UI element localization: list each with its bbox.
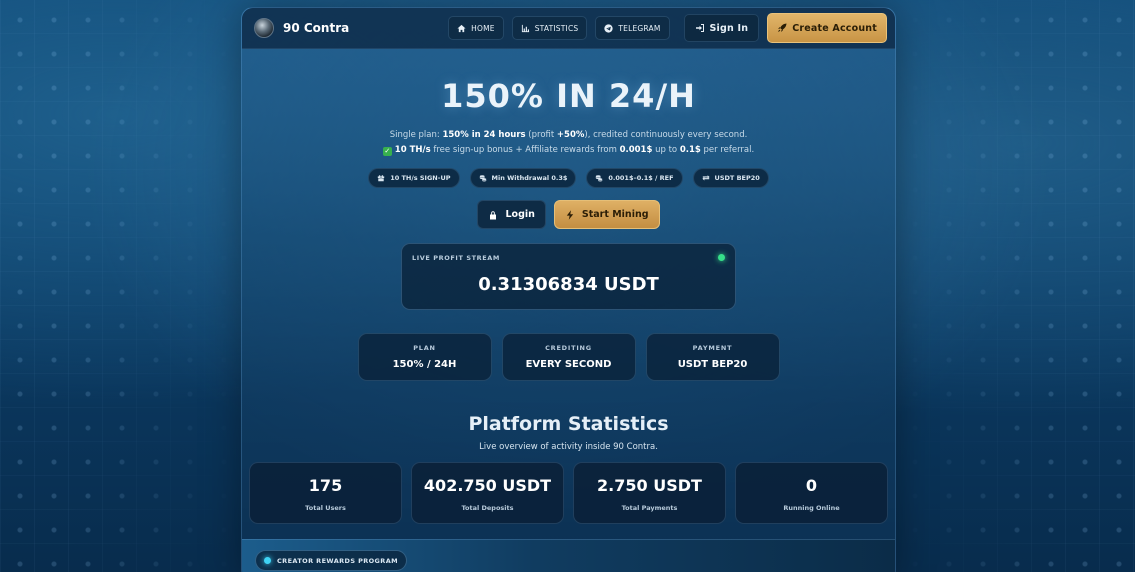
hero-section: 150% IN 24/H Single plan: 150% in 24 hou… — [242, 49, 895, 381]
nav-statistics-label: STATISTICS — [534, 23, 579, 33]
nav-links: HOME STATISTICS TELEGRAM Sign In Create … — [448, 13, 887, 43]
payment-card-value: USDT BEP20 — [677, 359, 748, 370]
stat-value: 0 — [805, 476, 818, 495]
telegram-icon — [604, 23, 613, 33]
payment-card: PAYMENT USDT BEP20 — [645, 333, 780, 381]
create-account-label: Create Account — [792, 22, 877, 34]
stat-label: Running Online — [783, 504, 840, 512]
lock-icon — [490, 210, 497, 219]
line2-mid-1: free sign-up bonus + Affiliate rewards f… — [430, 145, 620, 155]
stat-label: Total Users — [305, 504, 346, 512]
chip-signup-bonus: 10 TH/s SIGN-UP — [368, 168, 460, 188]
stats-grid: 175 Total Users 402.750 USDT Total Depos… — [242, 462, 895, 524]
line1-mid: (profit — [525, 130, 557, 140]
coins-icon — [596, 175, 603, 182]
stat-total-users: 175 Total Users — [249, 462, 402, 524]
login-label: Login — [505, 209, 535, 220]
stat-label: Total Payments — [621, 504, 678, 512]
login-button[interactable]: Login — [477, 200, 546, 229]
chip-payment-network: USDT BEP20 — [692, 168, 769, 188]
brand[interactable]: 90 Contra — [254, 18, 349, 38]
creator-rewards-badge: CREATOR REWARDS PROGRAM — [255, 550, 408, 571]
coins-icon — [479, 175, 486, 182]
hero-description: Single plan: 150% in 24 hours (profit +5… — [242, 128, 895, 158]
nav-home-label: HOME — [471, 23, 495, 33]
chip-referral: 0.001$–0.1$ / REF — [586, 168, 683, 188]
stat-running-online: 0 Running Online — [735, 462, 888, 524]
gift-icon — [377, 175, 385, 182]
checkmark-icon: ✓ — [382, 147, 392, 156]
crediting-card: CREDITING EVERY SECOND — [501, 333, 636, 381]
hero-actions: Login Start Mining — [242, 200, 895, 229]
stat-value: 2.750 USDT — [597, 476, 702, 495]
feature-chips: 10 TH/s SIGN-UP Min Withdrawal 0.3$ 0.00… — [242, 168, 895, 188]
line1-bold-1: 150% in 24 hours — [442, 130, 526, 140]
line2-bold-1: 10 TH/s — [394, 145, 431, 155]
line1-bold-2: +50% — [556, 130, 585, 140]
brand-logo — [254, 18, 274, 38]
sign-in-label: Sign In — [709, 22, 749, 34]
nav-telegram-button[interactable]: TELEGRAM — [595, 16, 670, 40]
home-icon — [457, 24, 466, 32]
plan-card: PLAN 150% / 24H — [357, 333, 492, 381]
start-mining-button[interactable]: Start Mining — [553, 200, 660, 229]
line2-mid-2: up to — [652, 145, 680, 155]
creator-badge-label: CREATOR REWARDS PROGRAM — [277, 556, 399, 565]
stat-value: 175 — [308, 476, 343, 495]
bolt-icon — [566, 209, 574, 220]
stat-label: Total Deposits — [461, 504, 514, 512]
brand-name: 90 Contra — [283, 21, 350, 35]
main-panel: 90 Contra HOME STATISTICS TELEGRAM Sign … — [241, 7, 896, 572]
line2-bold-3: 0.1$ — [679, 145, 701, 155]
top-navbar: 90 Contra HOME STATISTICS TELEGRAM Sign … — [242, 8, 895, 49]
chip-label: Min Withdrawal 0.3$ — [491, 174, 568, 182]
stats-subtitle: Live overview of activity inside 90 Cont… — [479, 442, 658, 452]
line1-suffix: ), credited continuously every second. — [584, 130, 748, 140]
background-machinery-left — [0, 0, 240, 572]
swap-icon — [701, 175, 710, 181]
hero-title: 150% IN 24/H — [441, 77, 696, 115]
creator-status-dot — [264, 557, 271, 564]
sign-in-button[interactable]: Sign In — [683, 14, 760, 42]
chip-label: 0.001$–0.1$ / REF — [608, 174, 674, 182]
stat-value: 402.750 USDT — [423, 476, 552, 495]
live-profit-stream-card: LIVE PROFIT STREAM 0.31306834 USDT — [401, 243, 736, 310]
background-machinery-right — [895, 0, 1135, 572]
plan-card-key: PLAN — [413, 344, 436, 352]
sign-in-icon — [695, 24, 704, 32]
create-account-button[interactable]: Create Account — [767, 13, 887, 43]
stream-label: LIVE PROFIT STREAM — [412, 254, 501, 262]
rocket-icon — [778, 23, 787, 32]
plan-summary: PLAN 150% / 24H CREDITING EVERY SECOND P… — [242, 333, 895, 381]
stat-total-payments: 2.750 USDT Total Payments — [573, 462, 726, 524]
nav-home-button[interactable]: HOME — [448, 16, 504, 40]
crediting-card-key: CREDITING — [545, 344, 592, 352]
stats-title: Platform Statistics — [468, 413, 669, 435]
nav-telegram-label: TELEGRAM — [618, 23, 661, 33]
plan-card-value: 150% / 24H — [392, 359, 457, 370]
line2-suffix: per referral. — [700, 145, 755, 155]
creator-rewards-section: CREATOR REWARDS PROGRAM — [242, 539, 895, 572]
bar-chart-icon — [521, 24, 529, 32]
chip-label: USDT BEP20 — [714, 174, 760, 182]
chip-min-withdrawal: Min Withdrawal 0.3$ — [469, 168, 577, 188]
start-mining-label: Start Mining — [581, 209, 649, 220]
stat-total-deposits: 402.750 USDT Total Deposits — [411, 462, 564, 524]
stream-value: 0.31306834 USDT — [478, 274, 659, 295]
payment-card-key: PAYMENT — [692, 344, 733, 352]
line1-prefix: Single plan: — [389, 130, 443, 140]
live-status-dot — [718, 254, 725, 261]
line2-bold-2: 0.001$ — [619, 145, 653, 155]
crediting-card-value: EVERY SECOND — [525, 359, 612, 370]
chip-label: 10 TH/s SIGN-UP — [390, 174, 451, 182]
nav-statistics-button[interactable]: STATISTICS — [511, 16, 588, 40]
